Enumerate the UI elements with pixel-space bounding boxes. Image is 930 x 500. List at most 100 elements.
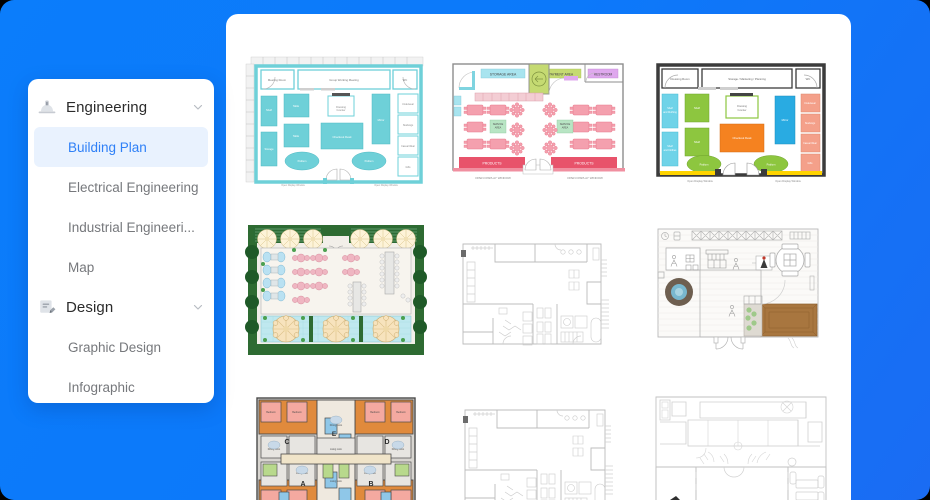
svg-text:Shelf: Shelf	[266, 108, 272, 112]
template-thumbnail-garden-restaurant-plan[interactable]	[240, 205, 432, 375]
svg-text:Open Display Window: Open Display Window	[281, 184, 305, 187]
svg-text:Underwear: Underwear	[804, 102, 816, 105]
svg-text:Counter: Counter	[337, 109, 346, 112]
svg-text:PRODUCTS: PRODUCTS	[575, 162, 595, 166]
svg-text:PRODUCTS: PRODUCTS	[483, 162, 503, 166]
thumbnail-image: C D A B E Bedroom Bedroom Bedroom Bedroom …	[243, 392, 430, 500]
svg-text:Stockings: Stockings	[805, 122, 816, 125]
svg-text:Group Working Meeting: Group Working Meeting	[329, 78, 359, 82]
svg-text:Mirror: Mirror	[378, 118, 385, 122]
svg-text:RESTROOM: RESTROOM	[594, 72, 613, 76]
svg-text:Dressing Room: Dressing Room	[670, 77, 690, 81]
svg-text:AREA: AREA	[495, 127, 502, 130]
svg-text:Casual Wear: Casual Wear	[803, 142, 817, 145]
svg-text:C: C	[285, 439, 290, 446]
svg-text:Storage: Storage	[265, 147, 275, 151]
svg-text:Casual Wear: Casual Wear	[401, 145, 415, 148]
svg-text:B: B	[369, 481, 374, 488]
sidebar-item-label: Building Plan	[68, 139, 147, 155]
sidebar-item-label: Electrical Engineering	[68, 179, 199, 195]
svg-text:Bedroom: Bedroom	[292, 411, 301, 414]
template-thumbnail-retail-plan-color[interactable]: Dressing Room Storage / Marketing / Plan…	[645, 35, 837, 205]
svg-text:Podium: Podium	[365, 159, 374, 163]
template-thumbnail-apartment-plan[interactable]: C D A B E Bedroom Bedroom Bedroom Bedroom …	[240, 375, 432, 500]
svg-text:OPEN DISPLAY WINDOW: OPEN DISPLAY WINDOW	[568, 176, 604, 180]
svg-text:Storage / Marketing / Planning: Storage / Marketing / Planning	[728, 77, 766, 81]
svg-text:Table: Table	[293, 134, 300, 138]
nav-group-label: Engineering	[66, 98, 148, 116]
template-grid: Meeting Room Group Working Meeting WC Sh…	[226, 14, 851, 500]
svg-text:Open Display Window: Open Display Window	[687, 179, 713, 183]
sidebar-item-electrical-engineering[interactable]: Electrical Engineering	[34, 167, 208, 207]
svg-text:Gifts: Gifts	[406, 166, 412, 169]
svg-text:PAYMENT AREA: PAYMENT AREA	[549, 72, 574, 76]
svg-text:WC: WC	[403, 78, 408, 82]
svg-text:Underwear: Underwear	[402, 103, 414, 106]
category-sidebar: Engineering Building Plan Electrical Eng…	[28, 79, 214, 403]
svg-text:STORAGE AREA: STORAGE AREA	[490, 72, 517, 76]
svg-text:Shelf: Shelf	[694, 106, 700, 110]
template-thumbnail-office-plan-teal[interactable]: Meeting Room Group Working Meeting WC Sh…	[240, 35, 432, 205]
svg-text:Podium: Podium	[699, 163, 708, 167]
svg-text:Dining room: Dining room	[330, 424, 342, 427]
svg-text:Shelf: Shelf	[694, 140, 700, 144]
svg-text:Meeting Room: Meeting Room	[268, 78, 287, 82]
svg-text:Bedroom: Bedroom	[266, 411, 275, 414]
svg-text:Shelf: Shelf	[667, 145, 673, 148]
sidebar-item-label: Infographic	[68, 379, 135, 395]
thumbnail-image	[647, 222, 834, 358]
app-window: Meeting Room Group Working Meeting WC Sh…	[0, 0, 930, 500]
svg-text:Shelf: Shelf	[667, 107, 673, 110]
svg-text:Mirror: Mirror	[781, 118, 788, 122]
template-thumbnail-cafe-plan-pink[interactable]: STORAGE AREA PAYMENT AREA RESTROOM SERVI…	[442, 35, 634, 205]
nav-group-engineering[interactable]: Engineering	[28, 87, 214, 127]
svg-text:OPEN DISPLAY WINDOW: OPEN DISPLAY WINDOW	[476, 176, 512, 180]
svg-text:and Clothing: and Clothing	[663, 111, 677, 114]
sidebar-item-building-plan[interactable]: Building Plan	[34, 127, 208, 167]
svg-text:A: A	[301, 481, 306, 488]
template-thumbnail-cad-plan-2[interactable]	[442, 375, 634, 500]
sidebar-item-label: Map	[68, 259, 95, 275]
nav-group-design[interactable]: Design	[28, 287, 214, 327]
svg-text:Bedroom: Bedroom	[370, 411, 379, 414]
sidebar-item-industrial-engineering[interactable]: Industrial Engineeri...	[34, 207, 208, 247]
svg-text:Living room: Living room	[330, 448, 342, 451]
svg-text:Stockings: Stockings	[403, 124, 414, 127]
hard-hat-icon	[37, 97, 57, 117]
template-gallery-panel: Meeting Room Group Working Meeting WC Sh…	[226, 14, 851, 500]
thumbnail-image	[445, 392, 632, 500]
thumbnail-image	[647, 392, 834, 500]
nav-group-label: Design	[66, 298, 114, 316]
svg-text:Counter: Counter	[737, 109, 746, 112]
svg-text:and Clothes: and Clothes	[663, 149, 677, 152]
chevron-down-icon[interactable]	[192, 101, 204, 113]
svg-text:Living room: Living room	[330, 480, 342, 483]
document-pencil-icon	[37, 297, 57, 317]
sidebar-item-graphic-design[interactable]: Graphic Design	[34, 327, 208, 367]
svg-text:Bedroom: Bedroom	[396, 411, 405, 414]
thumbnail-image: Meeting Room Group Working Meeting WC Sh…	[243, 52, 430, 188]
svg-text:E: E	[332, 431, 337, 438]
sidebar-item-infographic[interactable]: Infographic	[34, 367, 208, 403]
svg-text:Open Display Window: Open Display Window	[775, 179, 801, 183]
svg-text:Checkout Desk: Checkout Desk	[333, 135, 353, 139]
svg-text:Checkout Desk: Checkout Desk	[732, 136, 752, 140]
template-thumbnail-cad-plan-interior[interactable]	[645, 205, 837, 375]
svg-text:Gifts: Gifts	[807, 162, 813, 165]
chevron-down-icon[interactable]	[192, 301, 204, 313]
svg-text:AREA: AREA	[562, 127, 569, 130]
svg-text:WC: WC	[805, 77, 810, 81]
svg-text:Podium: Podium	[766, 163, 775, 167]
svg-text:Open Display Window: Open Display Window	[374, 184, 398, 187]
svg-text:Dressing: Dressing	[737, 105, 747, 108]
template-thumbnail-cad-plan-lobby[interactable]	[645, 375, 837, 500]
sidebar-item-map[interactable]: Map	[34, 247, 208, 287]
thumbnail-image: Dressing Room Storage / Marketing / Plan…	[647, 52, 834, 188]
thumbnail-image	[445, 222, 632, 358]
sidebar-item-label: Graphic Design	[68, 339, 162, 355]
svg-text:D: D	[385, 439, 390, 446]
template-thumbnail-cad-plan-1[interactable]	[442, 205, 634, 375]
svg-text:Table: Table	[293, 104, 300, 108]
sidebar-item-label: Industrial Engineeri...	[68, 219, 195, 235]
svg-text:Podium: Podium	[298, 159, 307, 163]
